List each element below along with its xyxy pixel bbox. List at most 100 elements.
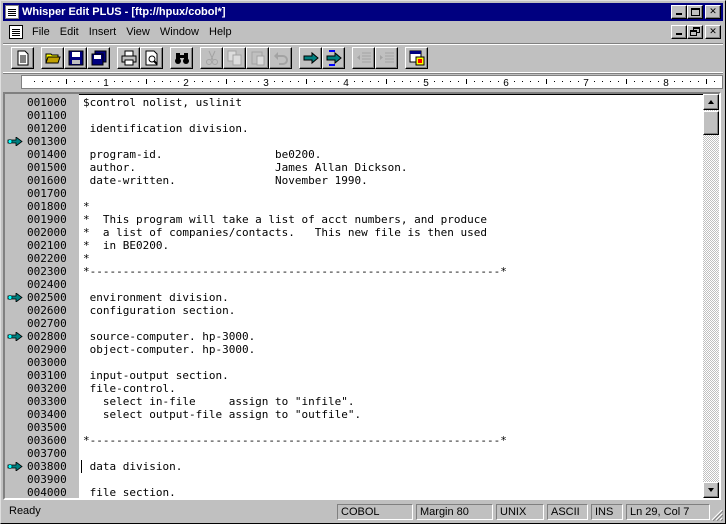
ruler-tick [618,81,619,82]
app-icon[interactable] [5,5,19,19]
editor-line[interactable]: 002800 source-computer. hp-3000. [5,330,705,343]
cut-button[interactable] [200,47,223,69]
line-number: 001600 [27,174,67,187]
status-language[interactable]: COBOL [337,504,413,520]
editor-line[interactable]: 003100 input-output section. [5,369,705,382]
line-number: 001800 [27,200,67,213]
editor-line[interactable]: 001600 date-written. November 1990. [5,174,705,187]
status-ready: Ready [9,505,41,517]
ruler-tick [394,81,395,82]
ruler-tick [682,81,683,82]
editor-lines[interactable]: 001000 $control nolist, uslinit 001100 0012… [5,96,705,500]
bookmark-arrow-icon[interactable] [7,137,23,146]
editor-line[interactable]: 003500 [5,421,705,434]
scroll-up-button[interactable] [703,94,719,110]
print-button[interactable] [117,47,140,69]
ruler-tick [194,81,195,82]
code-text: object-computer. hp-3000. [83,343,256,356]
ruler-tick [570,81,571,82]
doc-minimize-button[interactable] [671,25,687,39]
status-encoding[interactable]: ASCII [547,504,588,520]
editor-line[interactable]: 001200 identification division. [5,122,705,135]
menu-insert[interactable]: Insert [84,26,122,38]
editor-line[interactable]: 003700 [5,447,705,460]
editor-line[interactable]: 003600 *---------------------------------… [5,434,705,447]
ruler-tick [114,81,115,82]
status-margin[interactable]: Margin 80 [416,504,493,520]
editor-line[interactable]: 003000 [5,356,705,369]
editor-line[interactable]: 002600 configuration section. [5,304,705,317]
save-all-button[interactable] [87,47,110,69]
editor-line[interactable]: 002400 [5,278,705,291]
editor-line[interactable]: 001500 author. James Allan Dickson. [5,161,705,174]
paste-button[interactable] [246,47,269,69]
editor-line[interactable]: 002200 * [5,252,705,265]
find-button[interactable] [170,47,193,69]
editor-line[interactable]: 001700 [5,187,705,200]
ruler-tick [354,81,355,82]
editor-line[interactable]: 003800 data division. [5,460,705,473]
editor-line[interactable]: 003200 file-control. [5,382,705,395]
maximize-button[interactable] [687,5,703,19]
toggle-bookmark-button[interactable] [322,47,345,69]
menu-file[interactable]: File [27,26,55,38]
menu-window[interactable]: Window [155,26,204,38]
doc-close-button[interactable]: ✕ [705,25,721,39]
bookmark-arrow-icon[interactable] [7,293,23,302]
editor-line[interactable]: 002500 environment division. [5,291,705,304]
code-text: $control nolist, uslinit [83,96,242,109]
vertical-scrollbar[interactable] [703,94,719,498]
copy-button[interactable] [223,47,246,69]
menu-help[interactable]: Help [204,26,237,38]
editor-line[interactable]: 001800 * [5,200,705,213]
menu-view[interactable]: View [121,26,155,38]
close-button[interactable]: ✕ [705,5,721,19]
resize-grip-icon[interactable] [711,509,723,521]
window-title: Whisper Edit PLUS - [ftp://hpux/cobol*] [22,6,226,18]
doc-restore-button[interactable] [687,25,703,39]
status-insert-mode[interactable]: INS [591,504,623,520]
bookmark-arrow-icon[interactable] [7,462,23,471]
save-icon [68,50,83,66]
new-file-button[interactable] [11,47,34,69]
toolbar [3,43,723,73]
open-button[interactable] [41,47,64,69]
next-bookmark-button[interactable] [299,47,322,69]
scroll-thumb[interactable] [703,111,719,135]
line-number: 003700 [27,447,67,460]
editor-line[interactable]: 001900 * This program will take a list of… [5,213,705,226]
window-settings-button[interactable] [405,47,428,69]
editor-line[interactable]: 003400 select output-file assign to "out… [5,408,705,421]
editor-line[interactable]: 001300 [5,135,705,148]
undo-button[interactable] [269,47,292,69]
save-button[interactable] [64,47,87,69]
editor-line[interactable]: 001000 $control nolist, uslinit [5,96,705,109]
editor-line[interactable]: 002000 * a list of companies/contacts. Th… [5,226,705,239]
outdent-button[interactable] [352,47,375,69]
ruler-tick [602,81,603,82]
copy-icon [227,50,241,66]
line-number: 002800 [27,330,67,343]
title-bar[interactable]: Whisper Edit PLUS - [ftp://hpux/cobol*] … [3,3,723,21]
indent-button[interactable] [375,47,398,69]
menu-edit[interactable]: Edit [55,26,84,38]
editor-line[interactable]: 002300 *---------------------------------… [5,265,705,278]
ruler[interactable]: 1 2 3 4 5 6 7 8 [21,75,723,89]
code-editor[interactable]: 001000 $control nolist, uslinit 001100 0012… [3,92,721,500]
editor-line[interactable]: 001400 program-id. be0200. [5,148,705,161]
minimize-button[interactable] [671,5,687,19]
editor-line[interactable]: 004000 file section. [5,486,705,498]
editor-line[interactable]: 001100 [5,109,705,122]
editor-line[interactable]: 002100 * in BE0200. [5,239,705,252]
document-icon[interactable] [9,25,23,39]
editor-line[interactable]: 003300 select in-file assign to "infile"… [5,395,705,408]
bookmark-arrow-icon[interactable] [7,332,23,341]
editor-line[interactable]: 002900 object-computer. hp-3000. [5,343,705,356]
print-preview-button[interactable] [140,47,163,69]
status-line-endings[interactable]: UNIX [496,504,544,520]
ruler-number: 4 [343,78,349,88]
scroll-down-button[interactable] [703,482,719,498]
editor-line[interactable]: 004100 [5,499,705,500]
editor-line[interactable]: 003900 [5,473,705,486]
editor-line[interactable]: 002700 [5,317,705,330]
